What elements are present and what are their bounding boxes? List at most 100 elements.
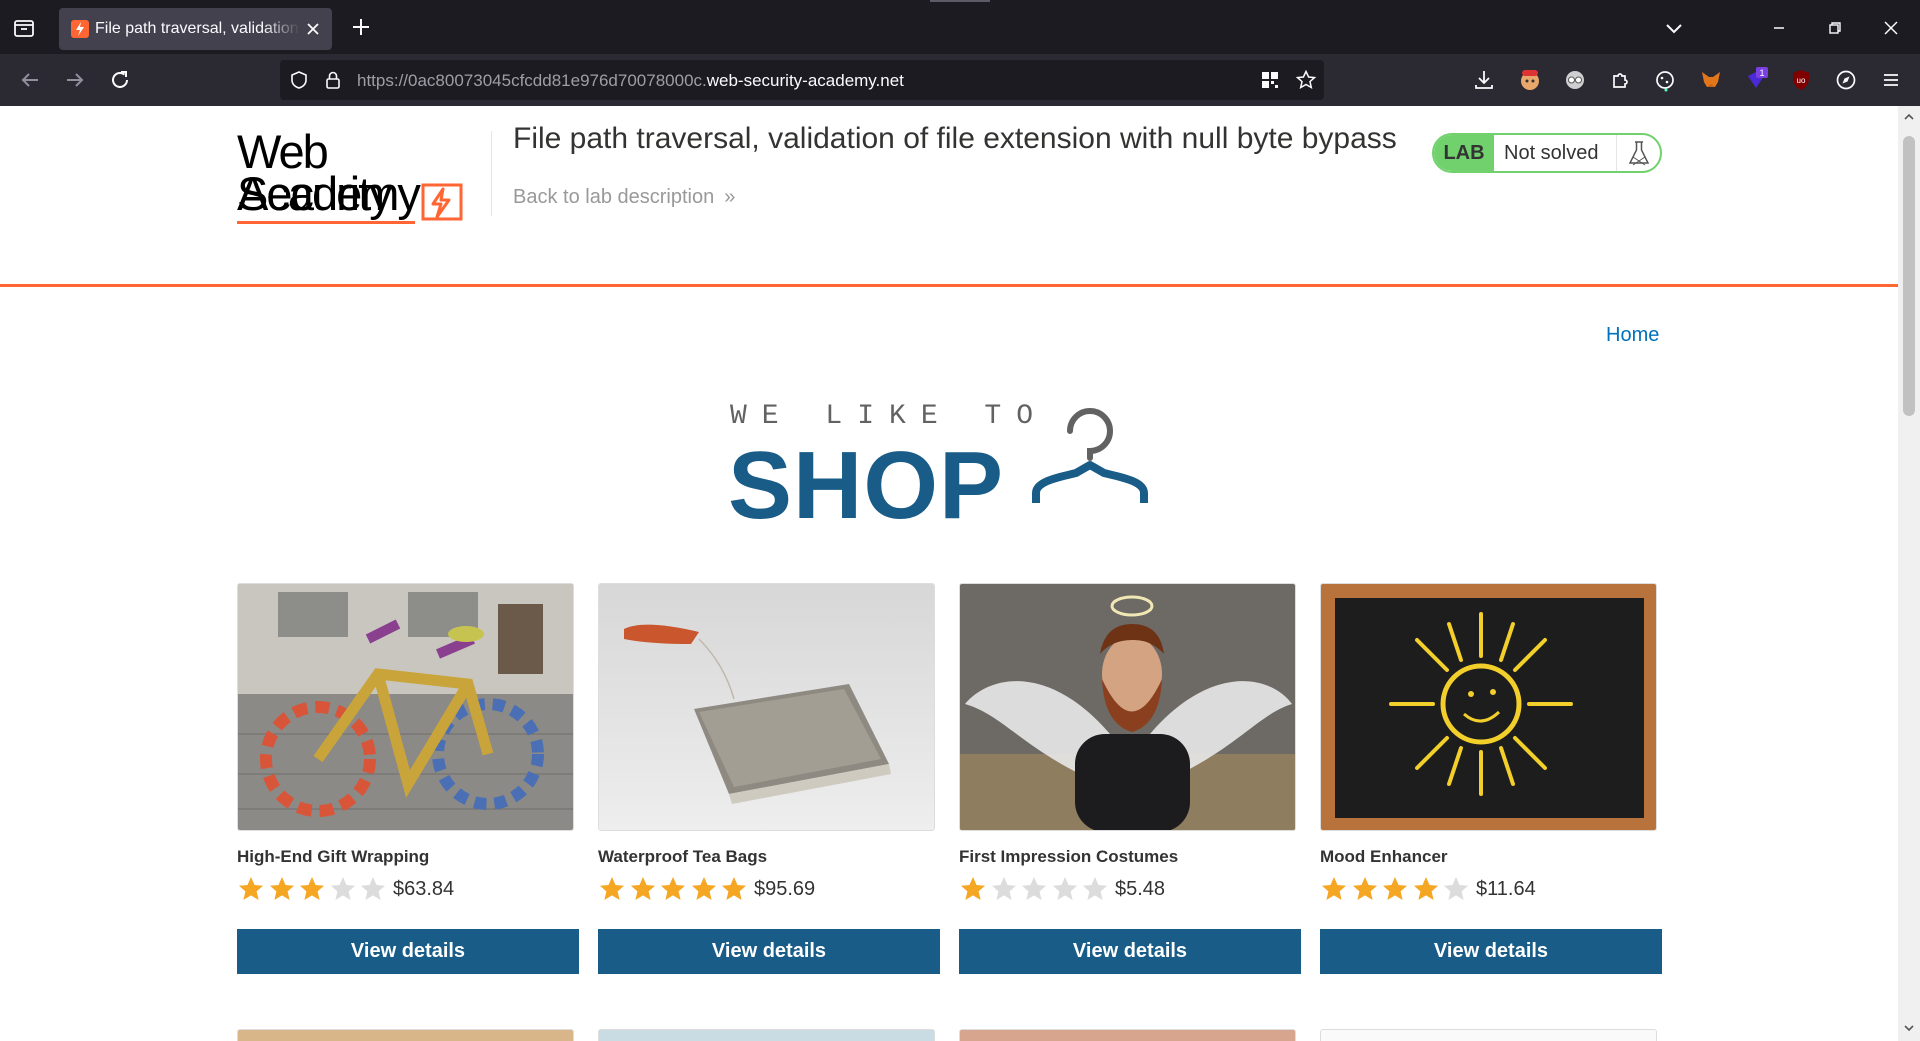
page-scrollbar[interactable] xyxy=(1898,106,1920,1041)
star-filled-icon xyxy=(659,875,687,903)
star-empty-icon xyxy=(329,875,357,903)
portswigger-favicon-icon xyxy=(71,20,89,38)
star-filled-icon xyxy=(959,875,987,903)
close-tab-icon[interactable] xyxy=(302,18,324,40)
we-like-to-shop-banner: WE LIKE TO SHOP xyxy=(728,401,1168,539)
lab-status-widget: LAB Not solved xyxy=(1432,133,1662,173)
ublock-origin-icon[interactable]: uo xyxy=(1787,66,1815,94)
star-filled-icon xyxy=(1320,875,1348,903)
star-empty-icon xyxy=(1442,875,1470,903)
metamask-fox-icon[interactable] xyxy=(1697,66,1725,94)
product-price: $5.48 xyxy=(1115,878,1166,900)
web-security-academy-logo[interactable]: Web Security Academy xyxy=(237,128,489,226)
star-filled-icon xyxy=(629,875,657,903)
lab-status-text: Not solved xyxy=(1504,142,1599,164)
star-empty-icon xyxy=(1051,875,1079,903)
lab-badge: LAB xyxy=(1434,135,1494,171)
view-details-button[interactable]: View details xyxy=(598,929,940,974)
header-divider xyxy=(491,131,492,216)
bookmark-star-icon[interactable] xyxy=(1295,69,1317,91)
new-tab-plus-icon[interactable] xyxy=(348,14,374,40)
reload-icon[interactable] xyxy=(106,66,134,94)
product-name: Waterproof Tea Bags xyxy=(598,847,768,866)
padlock-icon[interactable] xyxy=(322,69,344,91)
product-image-partial[interactable] xyxy=(237,1029,574,1041)
product-name: First Impression Costumes xyxy=(959,847,1179,866)
url-domain: web-security-academy.net xyxy=(706,71,904,90)
star-filled-icon xyxy=(1412,875,1440,903)
extension-avatar-icon[interactable] xyxy=(1516,66,1544,94)
cookie-extension-icon[interactable] xyxy=(1651,66,1679,94)
product-price: $95.69 xyxy=(754,878,816,900)
view-details-button[interactable]: View details xyxy=(237,929,579,974)
extension-badge-icon[interactable]: 1 xyxy=(1742,66,1770,94)
extensions-puzzle-icon[interactable] xyxy=(1606,66,1634,94)
lightning-bolt-icon xyxy=(421,183,463,221)
star-empty-icon xyxy=(1020,875,1048,903)
product-image-partial[interactable] xyxy=(959,1029,1296,1041)
list-all-tabs-chevron-icon[interactable] xyxy=(1660,14,1688,42)
svg-text:1: 1 xyxy=(1759,68,1764,78)
clothes-hanger-icon xyxy=(1032,408,1148,503)
browser-nav-bar: https://0ac80073045cfcdd81e976d70078000c… xyxy=(0,54,1920,106)
product-name: Mood Enhancer xyxy=(1320,847,1448,866)
url-prefix: https://0ac80073045cfcdd81e976d70078000c… xyxy=(357,71,707,90)
back-to-lab-description-link[interactable]: Back to lab description » xyxy=(513,186,735,209)
app-menu-hamburger-icon[interactable] xyxy=(1877,66,1905,94)
lab-title: File path traversal, validation of file … xyxy=(513,122,1397,155)
downloads-icon[interactable] xyxy=(1470,66,1498,94)
star-empty-icon xyxy=(1081,875,1109,903)
star-filled-icon xyxy=(598,875,626,903)
drag-handle xyxy=(930,0,990,2)
product-price: $11.64 xyxy=(1476,878,1536,900)
forward-arrow-icon[interactable] xyxy=(61,66,89,94)
browser-tab-bar: File path traversal, validation of file … xyxy=(0,0,1920,54)
restore-window-icon[interactable] xyxy=(1821,14,1849,42)
product-image-knitted-bike[interactable] xyxy=(237,583,574,831)
view-details-button[interactable]: View details xyxy=(1320,929,1662,974)
logo-line-2: Academy xyxy=(237,167,421,220)
scroll-up-arrow-icon[interactable] xyxy=(1902,110,1916,124)
shop-banner-word: SHOP xyxy=(728,432,1005,539)
star-empty-icon xyxy=(990,875,1018,903)
compass-extension-icon[interactable] xyxy=(1832,66,1860,94)
product-image-angel-costume[interactable] xyxy=(959,583,1296,831)
product-image-chalkboard-sun[interactable] xyxy=(1320,583,1657,831)
flask-icon xyxy=(1616,135,1660,171)
address-bar[interactable]: https://0ac80073045cfcdd81e976d70078000c… xyxy=(280,60,1324,100)
header-orange-divider xyxy=(0,284,1898,287)
star-filled-icon xyxy=(1351,875,1379,903)
product-image-partial[interactable] xyxy=(1320,1029,1657,1041)
extension-spy-icon[interactable] xyxy=(1561,66,1589,94)
star-filled-icon xyxy=(268,875,296,903)
star-empty-icon xyxy=(359,875,387,903)
qr-code-icon[interactable] xyxy=(1259,69,1281,91)
back-link-label: Back to lab description xyxy=(513,186,715,208)
star-filled-icon xyxy=(720,875,748,903)
double-chevron-right-icon: » xyxy=(724,186,736,208)
star-filled-icon xyxy=(298,875,326,903)
product-image-partial[interactable] xyxy=(598,1029,935,1041)
minimize-window-icon[interactable] xyxy=(1765,14,1793,42)
scroll-down-arrow-icon[interactable] xyxy=(1902,1021,1916,1035)
star-filled-icon xyxy=(690,875,718,903)
tracking-protection-shield-icon[interactable] xyxy=(288,69,310,91)
product-price: $63.84 xyxy=(393,878,455,900)
star-filled-icon xyxy=(1381,875,1409,903)
close-window-icon[interactable] xyxy=(1877,14,1905,42)
home-nav-link[interactable]: Home xyxy=(1606,324,1659,347)
url-text[interactable]: https://0ac80073045cfcdd81e976d70078000c… xyxy=(357,71,904,91)
product-image-tea-bag[interactable] xyxy=(598,583,935,831)
tab-list-icon[interactable] xyxy=(10,14,38,42)
back-arrow-icon[interactable] xyxy=(16,66,44,94)
web-page: Web Security Academy File path traversal… xyxy=(0,106,1898,1041)
view-details-button[interactable]: View details xyxy=(959,929,1301,974)
scrollbar-thumb[interactable] xyxy=(1903,136,1915,416)
tab-title: File path traversal, validation of file … xyxy=(95,20,300,37)
product-name: High-End Gift Wrapping xyxy=(237,847,430,866)
svg-text:uo: uo xyxy=(1797,76,1806,85)
shop-banner-tagline: WE LIKE TO xyxy=(730,401,1049,432)
logo-underline xyxy=(237,221,415,224)
star-filled-icon xyxy=(237,875,265,903)
active-tab[interactable]: File path traversal, validation of file … xyxy=(59,8,332,50)
